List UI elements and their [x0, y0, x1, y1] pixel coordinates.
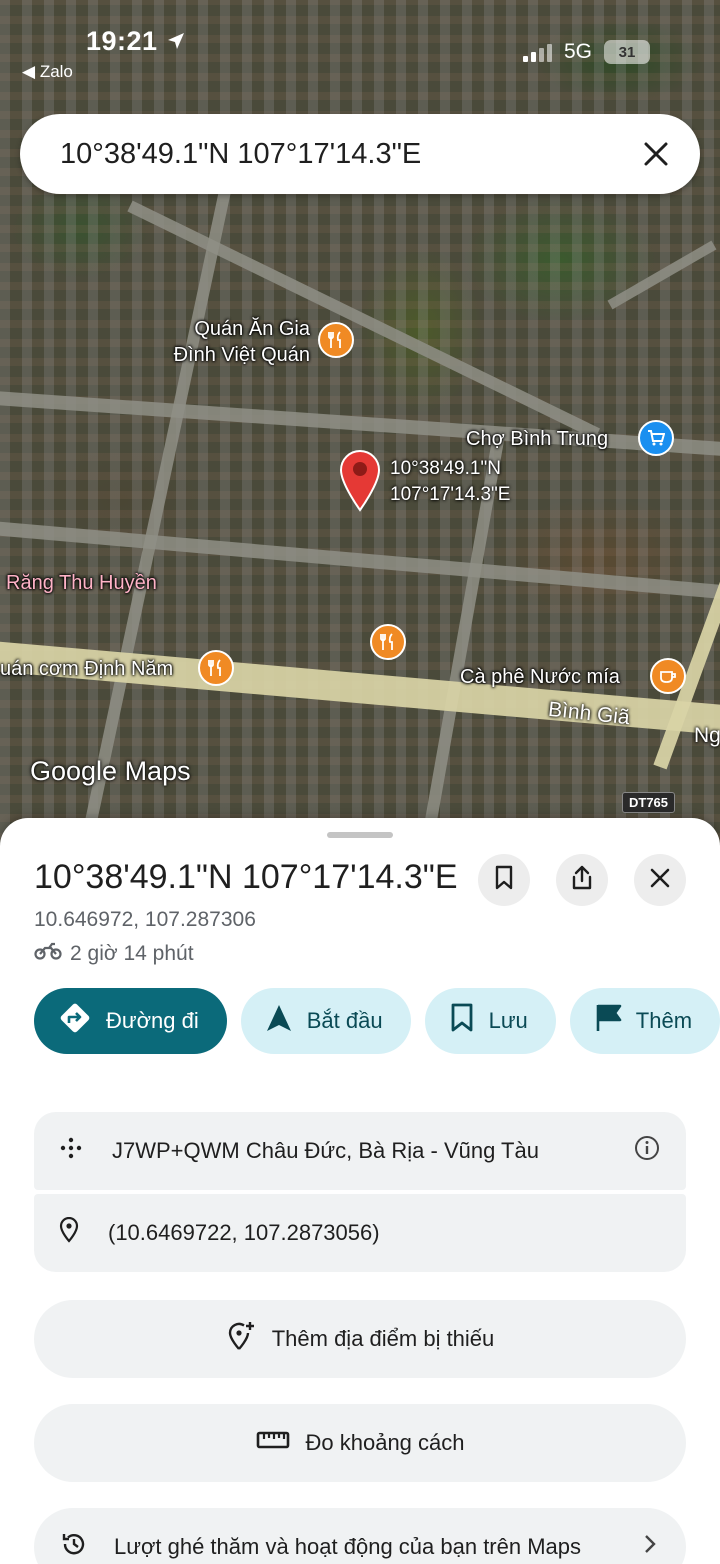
share-icon — [570, 865, 594, 896]
battery-indicator: 31 — [604, 40, 650, 64]
poi-label-restaurant[interactable]: Quán Ăn Gia Đình Việt Quán — [130, 316, 310, 368]
flag-icon — [594, 1003, 622, 1039]
poi-label-dentist[interactable]: Răng Thu Huyền — [6, 570, 157, 596]
navigation-arrow-icon — [265, 1003, 293, 1039]
route-badge: DT765 — [622, 792, 676, 813]
history-icon — [60, 1530, 88, 1564]
add-location-icon — [226, 1320, 256, 1358]
close-sheet-button[interactable] — [634, 854, 686, 906]
close-icon — [649, 867, 671, 894]
motorbike-icon — [34, 942, 62, 966]
dropped-pin-icon[interactable] — [338, 448, 382, 512]
ruler-icon — [256, 1430, 290, 1456]
road-name-label-2: Ng — [694, 724, 720, 747]
directions-icon — [58, 1001, 92, 1041]
directions-button[interactable]: Đường đi — [34, 988, 227, 1054]
pin-coordinates-label: 10°38'49.1"N 107°17'14.3"E — [390, 458, 511, 505]
place-title: 10°38'49.1"N 107°17'14.3"E — [34, 858, 458, 896]
more-button[interactable]: Thêm — [569, 988, 720, 1054]
drag-handle[interactable] — [327, 832, 393, 838]
share-button[interactable] — [556, 854, 608, 906]
poi-label-restaurant-2[interactable]: uán cơm Định Năm — [0, 656, 173, 682]
status-indicators: 5G — [522, 40, 592, 64]
measure-distance-button[interactable]: Đo khoảng cách — [34, 1404, 686, 1482]
network-type: 5G — [563, 40, 592, 63]
restaurant-icon[interactable] — [370, 624, 406, 660]
save-bookmark-button[interactable] — [478, 854, 530, 906]
chevron-right-icon — [644, 1534, 656, 1560]
search-query[interactable]: 10°38'49.1"N 107°17'14.3"E — [60, 138, 636, 171]
back-to-app[interactable]: ◀ Zalo — [22, 62, 73, 82]
start-navigation-button[interactable]: Bắt đầu — [240, 988, 411, 1054]
coordinates-row[interactable]: (10.6469722, 107.2873056) — [34, 1194, 686, 1272]
plus-code-row[interactable]: J7WP+QWM Châu Đức, Bà Rịa - Vũng Tàu — [34, 1112, 686, 1190]
location-pin-icon — [58, 1216, 80, 1249]
decimal-coordinates: 10.646972, 107.287306 — [34, 908, 256, 931]
info-icon[interactable] — [634, 1135, 660, 1167]
add-missing-place-button[interactable]: Thêm địa điểm bị thiếu — [34, 1300, 686, 1378]
travel-time: 2 giờ 14 phút — [34, 942, 194, 966]
poi-label-cafe[interactable]: Cà phê Nước mía — [460, 664, 620, 690]
bookmark-icon — [449, 1003, 475, 1039]
search-bar[interactable]: 10°38'49.1"N 107°17'14.3"E — [20, 114, 700, 194]
signal-icon — [522, 42, 552, 62]
place-details-sheet[interactable]: 10°38'49.1"N 107°17'14.3"E 10.646972, 10… — [0, 818, 720, 1564]
coffee-cup-icon[interactable] — [650, 658, 686, 694]
save-button[interactable]: Lưu — [424, 988, 556, 1054]
google-maps-logo: Google Maps — [30, 756, 191, 786]
back-triangle-icon: ◀ — [22, 62, 36, 81]
action-chips: Đường đi Bắt đầu Lưu Thêm — [34, 988, 720, 1054]
status-time: 19:21 — [86, 26, 186, 58]
poi-label-market[interactable]: Chợ Bình Trung — [466, 426, 608, 452]
map-view[interactable]: 19:21 ◀ Zalo 5G 31 10°38'49.1"N 107°17'1… — [0, 0, 720, 860]
restaurant-icon[interactable] — [198, 650, 234, 686]
clear-search-icon[interactable] — [636, 134, 676, 174]
bookmark-icon — [493, 865, 515, 896]
plus-code-icon — [58, 1135, 84, 1167]
restaurant-icon[interactable] — [318, 322, 354, 358]
location-arrow-icon — [166, 27, 186, 58]
visits-activity-button[interactable]: Lượt ghé thăm và hoạt động của bạn trên … — [34, 1508, 686, 1564]
shopping-cart-icon[interactable] — [638, 420, 674, 456]
